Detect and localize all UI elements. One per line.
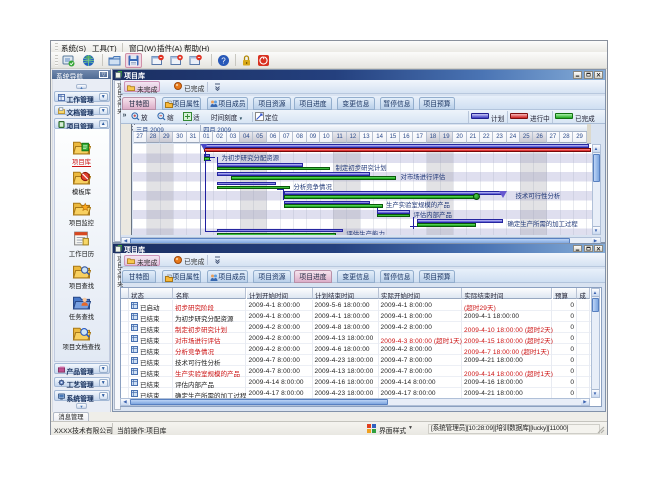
svg-text:?: ?: [221, 56, 226, 65]
